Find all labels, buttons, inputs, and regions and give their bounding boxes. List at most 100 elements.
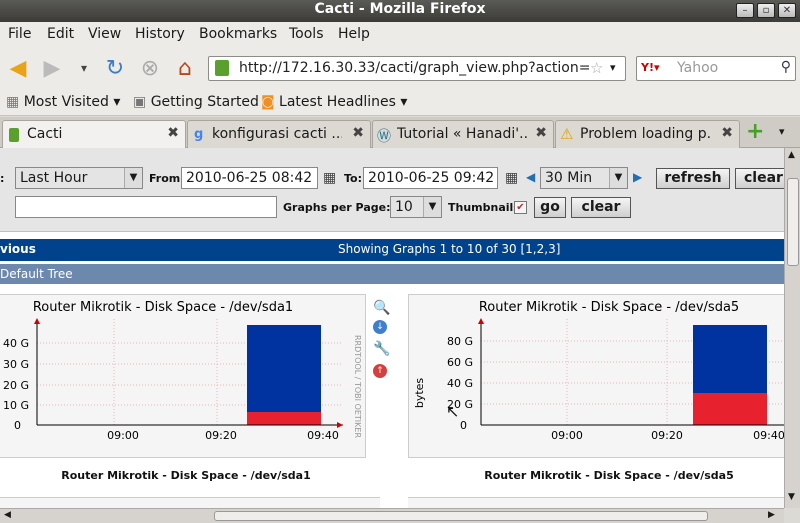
- scroll-left-icon[interactable]: ◀: [4, 510, 11, 520]
- new-tab-icon[interactable]: +: [746, 119, 764, 144]
- close-window-icon[interactable]: ✕: [778, 3, 796, 18]
- refresh-button[interactable]: refresh: [656, 168, 730, 189]
- shift-back-icon[interactable]: ◀: [526, 170, 535, 184]
- x-tick: 09:00: [107, 429, 139, 442]
- warning-favicon: ⚠: [560, 125, 574, 143]
- thumbnails-checkbox[interactable]: ✔: [514, 201, 527, 214]
- maximize-icon[interactable]: ▫: [757, 3, 775, 18]
- graph-caption-sda1: Router Mikrotik - Disk Space - /dev/sda1: [61, 469, 311, 482]
- graphs-per-page-label: Graphs per Page:: [283, 201, 391, 214]
- close-tab-icon[interactable]: ✖: [167, 125, 179, 141]
- bookmark-most-visited[interactable]: ▦ Most Visited ▾: [6, 94, 120, 110]
- tab-cacti[interactable]: Cacti ✖: [2, 120, 186, 149]
- go-button[interactable]: go: [534, 197, 566, 218]
- preset-select[interactable]: Last Hour ▼: [15, 167, 143, 189]
- used-space-bar: [247, 412, 321, 425]
- vertical-scroll-thumb[interactable]: [787, 178, 799, 266]
- history-dropdown-icon[interactable]: ▾: [70, 55, 98, 81]
- calendar-icon[interactable]: ▦: [505, 170, 518, 186]
- thumbnails-label: Thumbnails:: [448, 201, 525, 214]
- graph-filter-bar: : Last Hour ▼ From: 2010-06-25 08:42 ▦ T…: [0, 148, 784, 232]
- tab-tutorial[interactable]: Ⓦ Tutorial « Hanadi'... ✖: [372, 120, 554, 148]
- x-tick: 09:00: [551, 429, 583, 442]
- rrdtool-watermark: RRDTOOL / TOBI OETIKER: [353, 335, 362, 438]
- x-axis-arrow: [337, 422, 343, 428]
- y-tick: 0: [14, 419, 21, 432]
- rss-icon: ◙: [261, 94, 275, 110]
- graphs-per-page-select[interactable]: 10 ▼: [390, 196, 442, 218]
- calendar-icon[interactable]: ▦: [323, 170, 336, 186]
- bookmarks-toolbar: ▦ Most Visited ▾ ▣ Getting Started ◙ Lat…: [0, 90, 800, 116]
- search-filter-input[interactable]: [15, 196, 277, 218]
- export-icon[interactable]: ↓: [373, 320, 387, 334]
- tab-strip: Cacti ✖ g konfigurasi cacti ... ✖ Ⓦ Tuto…: [0, 117, 800, 149]
- minimize-icon[interactable]: –: [736, 3, 754, 18]
- tab-list-icon[interactable]: ▾: [779, 125, 785, 138]
- menu-history[interactable]: History: [135, 26, 185, 42]
- home-icon[interactable]: ⌂: [171, 55, 199, 81]
- url-dropdown-icon[interactable]: ▾: [610, 61, 616, 74]
- tab-konfigurasi[interactable]: g konfigurasi cacti ... ✖: [187, 120, 371, 148]
- shift-forward-icon[interactable]: ▶: [633, 170, 642, 184]
- horizontal-scroll-thumb[interactable]: [214, 511, 708, 521]
- window-titlebar: Cacti - Mozilla Firefox – ▫ ✕: [0, 0, 800, 22]
- previous-link[interactable]: vious: [0, 242, 36, 256]
- reload-icon[interactable]: ↻: [101, 55, 129, 81]
- y-axis-arrow: [478, 318, 484, 324]
- disk-space-chart-sda1[interactable]: Router Mikrotik - Disk Space - /dev/sda1…: [0, 295, 367, 459]
- timespan-select[interactable]: 30 Min ▼: [540, 167, 628, 189]
- scroll-up-icon[interactable]: ▲: [788, 150, 795, 160]
- disk-space-chart-sda5[interactable]: Router Mikrotik - Disk Space - /dev/sda5…: [409, 295, 784, 459]
- tree-header: Default Tree: [0, 264, 784, 284]
- back-icon[interactable]: ◀: [4, 55, 32, 81]
- tab-problem-loading[interactable]: ⚠ Problem loading p... ✖: [555, 120, 740, 148]
- menu-view[interactable]: View: [88, 26, 121, 42]
- scroll-right-icon[interactable]: ▶: [768, 510, 775, 520]
- preset-label-fragment: :: [0, 172, 5, 185]
- site-icon: [215, 60, 229, 76]
- clear-filter-button[interactable]: clear: [571, 197, 631, 218]
- forward-icon[interactable]: ▶: [38, 55, 66, 81]
- yahoo-engine-icon[interactable]: Y!▾: [641, 61, 660, 74]
- graph-panel-sda1[interactable]: Router Mikrotik - Disk Space - /dev/sda1…: [0, 294, 366, 458]
- url-bar[interactable]: http://172.16.30.33/cacti/graph_view.php…: [208, 56, 626, 81]
- time-graph-icon[interactable]: ↑: [373, 364, 387, 378]
- x-tick: 09:20: [205, 429, 237, 442]
- menu-file[interactable]: File: [8, 26, 31, 42]
- menu-tools[interactable]: Tools: [289, 26, 324, 42]
- graph-panel-sda5[interactable]: Router Mikrotik - Disk Space - /dev/sda5…: [408, 294, 784, 458]
- y-tick: 0: [460, 419, 467, 432]
- bookmark-getting-started[interactable]: ▣ Getting Started: [133, 94, 259, 110]
- x-tick: 09:20: [651, 429, 683, 442]
- bookmark-star-icon[interactable]: ☆: [590, 59, 603, 77]
- zoom-icon[interactable]: 🔍: [373, 300, 390, 316]
- to-date-input[interactable]: 2010-06-25 09:42: [363, 167, 498, 189]
- url-text[interactable]: http://172.16.30.33/cacti/graph_view.php…: [239, 60, 589, 76]
- horizontal-scrollbar[interactable]: ◀ ▶: [0, 508, 784, 523]
- y-axis-arrow: [34, 318, 40, 324]
- y-tick: 30 G: [3, 358, 29, 371]
- search-box[interactable]: Y!▾ Yahoo ⚲: [636, 56, 796, 81]
- menu-bar: File Edit View History Bookmarks Tools H…: [0, 22, 800, 46]
- clear-button[interactable]: clear: [735, 168, 784, 189]
- search-placeholder[interactable]: Yahoo: [677, 60, 718, 76]
- free-space-bar: [247, 325, 321, 412]
- close-tab-icon[interactable]: ✖: [535, 125, 547, 141]
- wordpress-favicon: Ⓦ: [377, 129, 391, 145]
- close-tab-icon[interactable]: ✖: [352, 125, 364, 141]
- menu-edit[interactable]: Edit: [47, 26, 74, 42]
- bookmark-latest-headlines[interactable]: ◙ Latest Headlines ▾: [261, 94, 407, 110]
- free-space-bar: [693, 325, 767, 393]
- stop-icon[interactable]: ⊗: [136, 55, 164, 81]
- menu-bookmarks[interactable]: Bookmarks: [199, 26, 277, 42]
- y-tick: 80 G: [447, 335, 473, 348]
- scroll-down-icon[interactable]: ▼: [788, 492, 795, 502]
- next-graph-panel-partial: [0, 497, 380, 508]
- from-date-input[interactable]: 2010-06-25 08:42: [181, 167, 318, 189]
- menu-help[interactable]: Help: [338, 26, 370, 42]
- chart-title: Router Mikrotik - Disk Space - /dev/sda1: [33, 300, 293, 315]
- close-tab-icon[interactable]: ✖: [721, 125, 733, 141]
- properties-icon[interactable]: 🔧: [373, 341, 390, 357]
- search-icon[interactable]: ⚲: [781, 59, 791, 75]
- vertical-scrollbar[interactable]: ▲ ▼: [784, 148, 800, 508]
